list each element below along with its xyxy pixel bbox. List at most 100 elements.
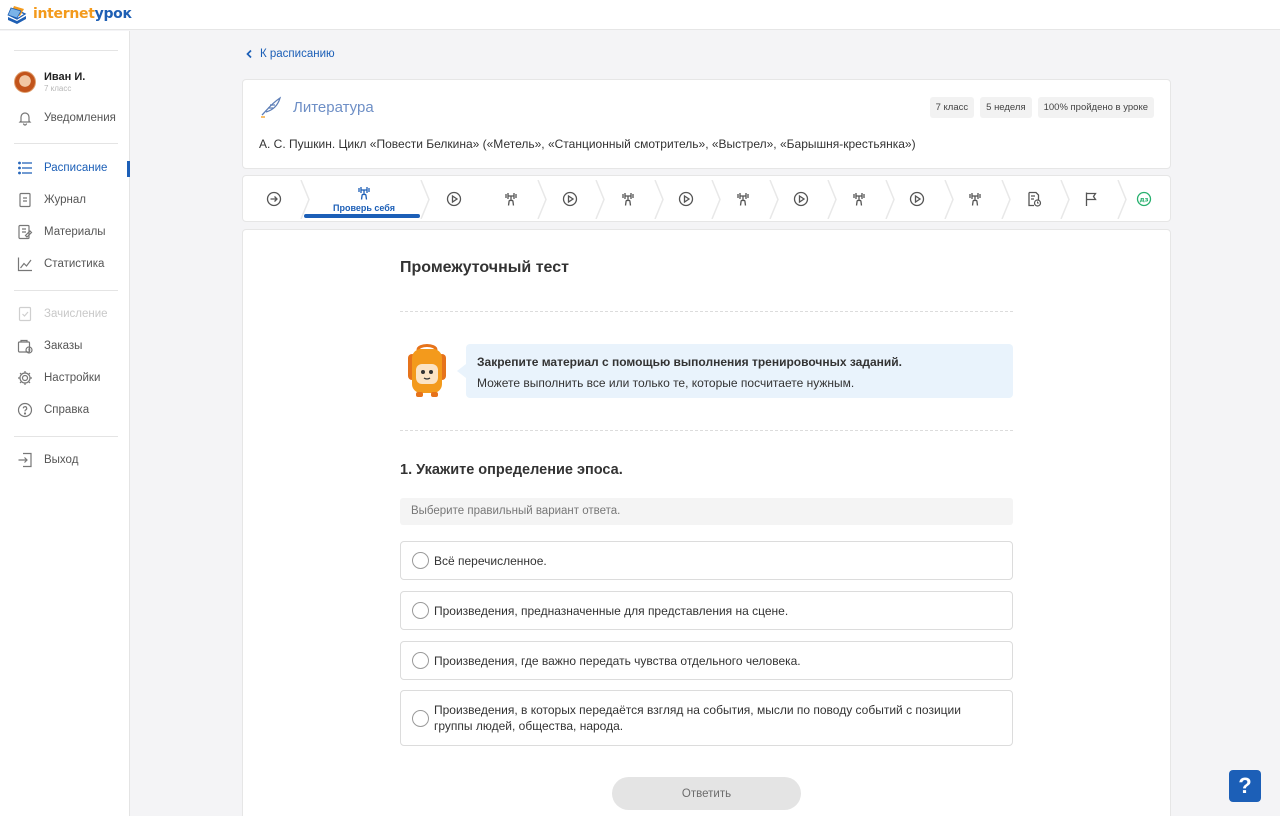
lesson-step-6[interactable]	[612, 176, 644, 221]
flag-icon	[1085, 192, 1097, 206]
logo-text-internet: internet	[33, 6, 95, 22]
week-badge: 5 неделя	[980, 97, 1032, 118]
user-profile[interactable]: Иван И. 7 класс	[14, 71, 85, 93]
lesson-step-14[interactable]	[1075, 176, 1107, 221]
bell-icon	[16, 109, 34, 127]
sidebar-item-orders[interactable]: Заказы	[16, 336, 82, 356]
hint-tail	[457, 364, 466, 378]
radio-button[interactable]	[412, 552, 429, 569]
sidebar-item-label: Заказы	[44, 340, 83, 352]
sidebar-item-label: Настройки	[44, 372, 101, 384]
answer-option[interactable]: Произведения, в которых передаётся взгля…	[400, 690, 1013, 746]
avatar	[14, 71, 36, 93]
subject: Литература	[259, 96, 374, 118]
lesson-step-4[interactable]	[495, 176, 527, 221]
play-circle-icon	[446, 191, 462, 206]
sidebar-item-notifications[interactable]: Уведомления	[16, 108, 116, 128]
progress-badge: 100% пройдено в уроке	[1037, 97, 1154, 118]
lesson-title: А. С. Пушкин. Цикл «Повести Белкина» («М…	[259, 137, 916, 151]
lesson-header-card: Литература 7 класс 5 неделя 100% пройден…	[242, 79, 1171, 169]
sidebar-item-label: Выход	[44, 454, 79, 466]
document-clock-icon	[1028, 191, 1042, 207]
answer-option[interactable]: Произведения, предназначенные для предст…	[400, 591, 1013, 630]
play-circle-icon	[909, 191, 925, 206]
lesson-step-3[interactable]	[438, 176, 470, 221]
logout-icon	[16, 451, 34, 469]
active-step-label: Проверь себя	[333, 202, 395, 213]
back-to-schedule-link[interactable]: К расписанию	[244, 46, 335, 62]
page-title: Промежуточный тест	[400, 259, 569, 276]
svg-text:дз: дз	[1139, 195, 1148, 203]
sidebar-item-schedule[interactable]: Расписание	[16, 158, 107, 178]
sidebar-item-label: Расписание	[44, 162, 108, 174]
lesson-step-1[interactable]	[258, 176, 290, 221]
homework-icon: дз	[1136, 191, 1152, 206]
sidebar-item-journal[interactable]: Журнал	[16, 190, 86, 210]
lesson-step-9[interactable]	[785, 176, 817, 221]
help-button[interactable]: ?	[1229, 770, 1261, 802]
step-separator	[537, 180, 547, 219]
lesson-step-8[interactable]	[727, 176, 759, 221]
chart-icon	[16, 255, 34, 273]
lesson-step-13[interactable]	[1018, 176, 1050, 221]
step-separator	[944, 180, 954, 219]
sidebar-item-statistics[interactable]: Статистика	[16, 254, 104, 274]
backpack-mascot-icon	[408, 344, 446, 397]
step-separator	[1060, 180, 1070, 219]
sidebar-item-help[interactable]: Справка	[16, 400, 89, 420]
dumbbell-icon	[505, 192, 517, 206]
lesson-step-15[interactable]: дз	[1128, 176, 1160, 221]
user-class: 7 класс	[44, 84, 72, 93]
sidebar-item-logout[interactable]: Выход	[16, 450, 78, 470]
sidebar-item-settings[interactable]: Настройки	[16, 368, 100, 388]
play-circle-icon	[793, 191, 809, 206]
answer-option-text: Произведения, предназначенные для предст…	[434, 603, 789, 618]
lesson-step-12[interactable]	[959, 176, 991, 221]
step-separator	[827, 180, 837, 219]
enrollment-icon	[16, 305, 34, 323]
lesson-step-5[interactable]	[554, 176, 586, 221]
sidebar: Иван И. 7 класс Уведомления Расписание Ж…	[0, 31, 130, 816]
sidebar-item-label: Зачисление	[44, 308, 108, 320]
sidebar-item-label: Материалы	[44, 226, 106, 238]
dumbbell-icon	[622, 192, 634, 206]
step-separator	[1001, 180, 1011, 219]
sidebar-item-enrollment: Зачисление	[16, 304, 108, 324]
subject-title: Литература	[293, 98, 374, 116]
radio-button[interactable]	[412, 652, 429, 669]
lesson-step-10[interactable]	[843, 176, 875, 221]
hint-line-1: Закрепите материал с помощью выполнения …	[477, 355, 902, 369]
answer-option[interactable]: Произведения, где важно передать чувства…	[400, 641, 1013, 680]
sidebar-divider	[14, 50, 118, 51]
lesson-badges: 7 класс 5 неделя 100% пройдено в уроке	[929, 97, 1154, 118]
logo[interactable]: internetурок	[6, 3, 132, 25]
sidebar-item-materials[interactable]: Материалы	[16, 222, 106, 242]
sidebar-item-label: Уведомления	[44, 112, 116, 124]
radio-button[interactable]	[412, 709, 429, 727]
logo-text-urok: урок	[94, 6, 132, 22]
play-circle-icon	[678, 191, 694, 206]
sidebar-item-label: Статистика	[44, 258, 105, 270]
answer-option[interactable]: Всё перечисленное.	[400, 541, 1013, 580]
sidebar-divider	[14, 290, 118, 291]
grade-badge: 7 класс	[929, 97, 975, 118]
step-separator	[595, 180, 605, 219]
lesson-step-7[interactable]	[670, 176, 702, 221]
sidebar-divider	[14, 436, 118, 437]
step-separator	[654, 180, 664, 219]
hint-bubble: Закрепите материал с помощью выполнения …	[466, 344, 1013, 398]
dumbbell-icon	[969, 192, 981, 206]
schedule-list-icon	[16, 159, 34, 177]
gear-icon	[16, 369, 34, 387]
hint-line-2: Можете выполнить все или только те, кото…	[477, 376, 855, 390]
active-indicator	[127, 161, 130, 177]
sidebar-item-label: Справка	[44, 404, 90, 416]
user-name: Иван И.	[44, 71, 86, 83]
dumbbell-icon	[358, 186, 370, 200]
chevron-left-icon	[246, 49, 252, 59]
active-step-underline	[304, 214, 420, 218]
lesson-step-11[interactable]	[901, 176, 933, 221]
journal-icon	[16, 191, 34, 209]
submit-answer-button[interactable]: Ответить	[612, 777, 801, 810]
radio-button[interactable]	[412, 602, 429, 619]
